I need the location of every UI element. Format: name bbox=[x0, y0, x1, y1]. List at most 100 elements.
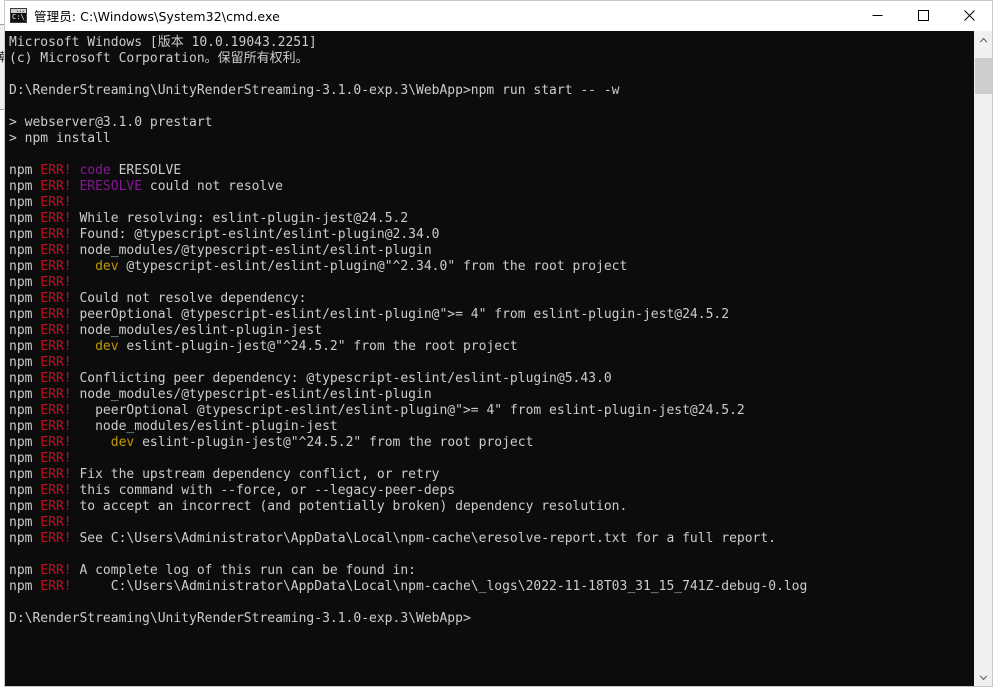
console-screen[interactable]: Microsoft Windows [版本 10.0.19043.2251] (c… bbox=[5, 31, 974, 686]
console-text-segment: node_modules/@typescript-eslint/eslint-p… bbox=[71, 387, 432, 402]
console-line: npm ERR! Conflicting peer dependency: @t… bbox=[9, 371, 974, 387]
console-text-segment bbox=[72, 259, 95, 274]
console-text-segment: ERR! bbox=[40, 403, 72, 418]
console-line: npm ERR! dev eslint-plugin-jest@"^24.5.2… bbox=[9, 435, 974, 451]
console-output: Microsoft Windows [版本 10.0.19043.2251] (c… bbox=[5, 35, 974, 627]
scroll-down-button[interactable] bbox=[975, 669, 992, 686]
console-line: npm ERR! bbox=[9, 451, 974, 467]
console-text-segment: ERR! bbox=[40, 435, 72, 450]
console-text-segment: Could not resolve dependency: bbox=[71, 291, 307, 306]
console-line: npm ERR! node_modules/eslint-plugin-jest bbox=[9, 419, 974, 435]
console-text-segment: npm bbox=[9, 291, 41, 306]
console-text-segment: npm bbox=[9, 483, 41, 498]
console-text-segment: this command with --force, or --legacy-p… bbox=[71, 483, 456, 498]
console-text-segment: npm bbox=[9, 419, 41, 434]
console-line: npm ERR! Fix the upstream dependency con… bbox=[9, 467, 974, 483]
title-bar[interactable]: ••• C:\_ 管理员: C:\Windows\System32\cmd.ex… bbox=[5, 1, 992, 31]
console-text-segment: ERR! bbox=[40, 355, 72, 370]
close-button[interactable] bbox=[946, 1, 992, 30]
console-text-segment: dev bbox=[95, 259, 119, 274]
console-text-segment: to accept an incorrect (and potentially … bbox=[71, 499, 628, 514]
console-text-segment: node_modules/eslint-plugin-jest bbox=[71, 323, 323, 338]
console-text-segment: npm bbox=[9, 531, 41, 546]
console-text-segment: npm bbox=[9, 499, 41, 514]
console-text-segment: node_modules/eslint-plugin-jest bbox=[71, 419, 338, 434]
scrollbar-track[interactable] bbox=[975, 48, 992, 669]
console-text-segment: Microsoft Windows [版本 10.0.19043.2251] bbox=[9, 35, 317, 50]
console-text-segment: ERESOLVE bbox=[110, 163, 182, 178]
console-text-segment: npm bbox=[9, 387, 41, 402]
console-text-segment: npm bbox=[9, 275, 41, 290]
console-line: npm ERR! node_modules/eslint-plugin-jest bbox=[9, 323, 974, 339]
console-scrollbar[interactable] bbox=[974, 31, 992, 686]
console-text-segment: npm bbox=[9, 467, 41, 482]
console-line: npm ERR! node_modules/@typescript-eslint… bbox=[9, 243, 974, 259]
console-text-segment: ERR! bbox=[40, 275, 72, 290]
console-text-segment: npm bbox=[9, 515, 41, 530]
console-text-segment: ERR! bbox=[40, 499, 72, 514]
console-line: npm ERR! this command with --force, or -… bbox=[9, 483, 974, 499]
minimize-button[interactable] bbox=[854, 1, 900, 30]
maximize-button[interactable] bbox=[900, 1, 946, 30]
cmd-icon-prompt: C:\_ bbox=[11, 13, 26, 22]
console-text-segment: npm bbox=[9, 451, 41, 466]
console-text-segment: C:\Users\Administrator\AppData\Local\npm… bbox=[71, 579, 808, 594]
console-line: npm ERR! bbox=[9, 355, 974, 371]
console-text-segment: npm bbox=[9, 163, 41, 178]
console-line: Microsoft Windows [版本 10.0.19043.2251] bbox=[9, 35, 974, 51]
window-title: 管理员: C:\Windows\System32\cmd.exe bbox=[34, 9, 280, 24]
console-text-segment: npm bbox=[9, 307, 41, 322]
console-text-segment: npm bbox=[9, 227, 41, 242]
console-line: npm ERR! bbox=[9, 195, 974, 211]
console-line: D:\RenderStreaming\UnityRenderStreaming-… bbox=[9, 83, 974, 99]
console-text-segment: dev bbox=[110, 435, 135, 450]
console-text-segment: eslint-plugin-jest@"^24.5.2" from the ro… bbox=[118, 339, 518, 354]
console-text-segment: npm bbox=[9, 435, 41, 450]
console-text-segment: > webserver@3.1.0 prestart bbox=[9, 115, 213, 130]
console-text-segment: See C:\Users\Administrator\AppData\Local… bbox=[71, 531, 777, 546]
cmd-console-icon: ••• C:\_ bbox=[10, 8, 27, 23]
console-text-segment: ERR! bbox=[40, 483, 72, 498]
console-line: npm ERR! dev eslint-plugin-jest@"^24.5.2… bbox=[9, 339, 974, 355]
console-text-segment: npm bbox=[9, 211, 41, 226]
console-line: npm ERR! See C:\Users\Administrator\AppD… bbox=[9, 531, 974, 547]
console-text-segment: A complete log of this run can be found … bbox=[71, 563, 416, 578]
console-line: npm ERR! ERESOLVE could not resolve bbox=[9, 179, 974, 195]
console-text-segment: Fix the upstream dependency conflict, or… bbox=[71, 467, 440, 482]
console-text-segment: code bbox=[79, 163, 111, 178]
cmd-console-window: ••• C:\_ 管理员: C:\Windows\System32\cmd.ex… bbox=[4, 0, 993, 687]
console-line: D:\RenderStreaming\UnityRenderStreaming-… bbox=[9, 611, 974, 627]
console-text-segment: ERR! bbox=[40, 579, 72, 594]
console-text-segment: Found: @typescript-eslint/eslint-plugin@… bbox=[71, 227, 440, 242]
console-text-segment: @typescript-eslint/eslint-plugin@"^2.34.… bbox=[118, 259, 628, 274]
console-text-segment: ERR! bbox=[40, 243, 72, 258]
console-line: npm ERR! peerOptional @typescript-eslint… bbox=[9, 403, 974, 419]
console-body: Microsoft Windows [版本 10.0.19043.2251] (c… bbox=[5, 31, 992, 686]
console-text-segment bbox=[72, 339, 95, 354]
console-text-segment: npm bbox=[9, 243, 41, 258]
console-text-segment bbox=[72, 435, 111, 450]
console-text-segment: D:\RenderStreaming\UnityRenderStreaming-… bbox=[9, 611, 471, 626]
console-text-segment: npm bbox=[9, 355, 41, 370]
console-text-segment: ERR! bbox=[40, 515, 72, 530]
console-text-segment: ERESOLVE bbox=[79, 179, 143, 194]
console-text-segment: ERR! bbox=[40, 387, 72, 402]
scroll-up-button[interactable] bbox=[975, 31, 992, 48]
console-text-segment: D:\RenderStreaming\UnityRenderStreaming-… bbox=[9, 83, 620, 98]
console-text-segment: ERR! bbox=[40, 179, 72, 194]
console-line: npm ERR! C:\Users\Administrator\AppData\… bbox=[9, 579, 974, 595]
console-text-segment: While resolving: eslint-plugin-jest@24.5… bbox=[71, 211, 409, 226]
console-text-segment: eslint-plugin-jest@"^24.5.2" from the ro… bbox=[134, 435, 534, 450]
console-text-segment: ERR! bbox=[40, 451, 72, 466]
console-line: > webserver@3.1.0 prestart bbox=[9, 115, 974, 131]
console-text-segment: npm bbox=[9, 403, 41, 418]
console-text-segment: ERR! bbox=[40, 419, 72, 434]
console-line: (c) Microsoft Corporation。保留所有权利。 bbox=[9, 51, 974, 67]
console-text-segment: Conflicting peer dependency: @typescript… bbox=[71, 371, 612, 386]
console-text-segment: ERR! bbox=[40, 291, 72, 306]
scrollbar-thumb[interactable] bbox=[975, 58, 992, 94]
